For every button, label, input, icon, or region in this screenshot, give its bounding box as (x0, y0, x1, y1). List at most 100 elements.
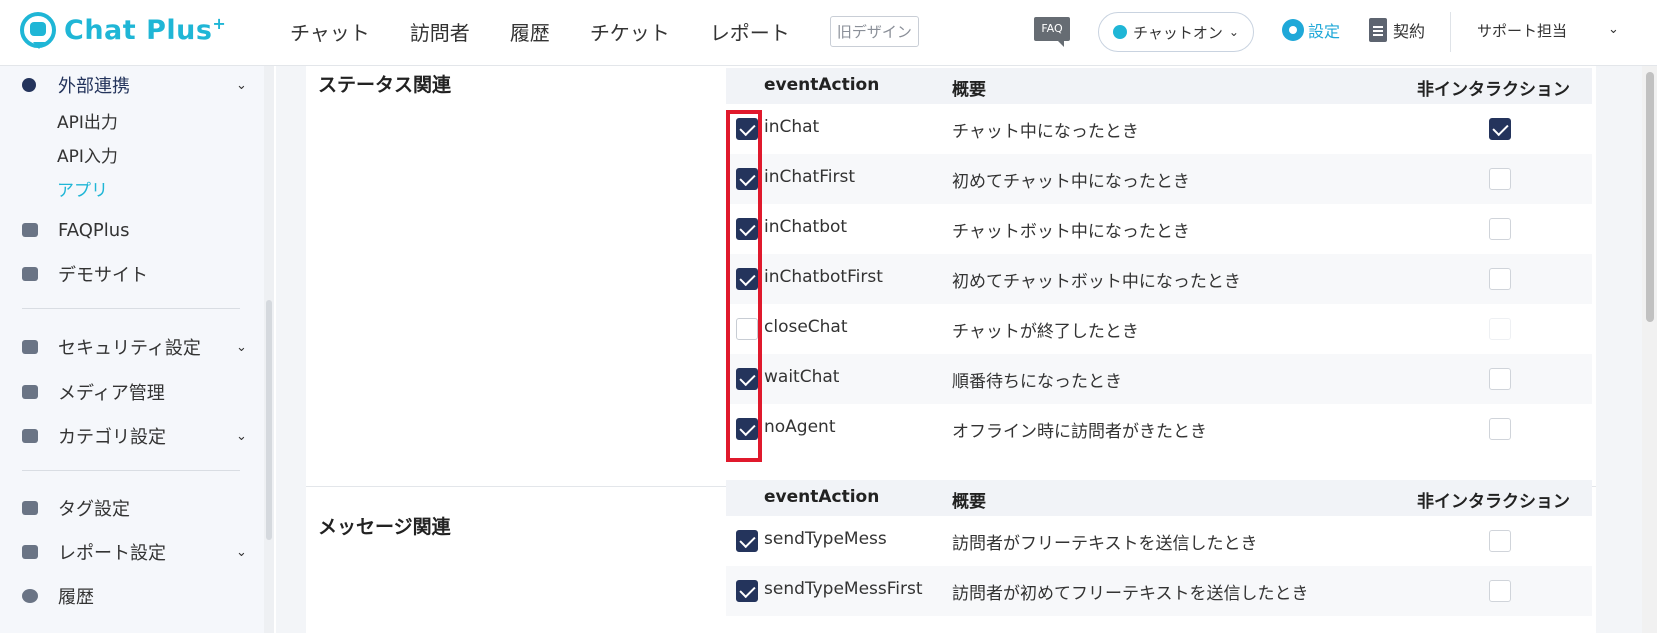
sidebar-item-label: カテゴリ設定 (58, 427, 166, 448)
event-summary: チャット中になったとき (952, 122, 1139, 142)
checkbox-highlight-frame (726, 110, 762, 462)
noninteraction-checkbox[interactable] (1489, 168, 1511, 190)
table-row: inChatFirst 初めてチャット中になったとき (726, 154, 1592, 204)
event-action-name: sendTypeMessFirst (764, 579, 923, 599)
sidebar-item-label: デモサイト (58, 265, 148, 286)
shield-icon (22, 223, 38, 237)
noninteraction-checkbox[interactable] (1489, 318, 1511, 340)
event-action-name: inChat (764, 117, 820, 137)
status-dot-icon (1113, 25, 1127, 39)
sidebar-item-external[interactable]: 外部連携 ⌄ (0, 70, 250, 100)
event-action-name: closeChat (764, 317, 848, 337)
table-row: inChat チャット中になったとき (726, 104, 1592, 154)
clock-icon (22, 589, 38, 603)
event-action-name: inChatbot (764, 217, 848, 237)
sidebar-item-label: メディア管理 (58, 383, 165, 404)
settings-link[interactable]: 設定 (1282, 18, 1340, 42)
document-icon (1369, 18, 1387, 42)
message-event-table: eventAction 概要 非インタラクション sendTypeMess 訪問者… (726, 480, 1592, 633)
section-title-message: メッセージ関連 (318, 516, 451, 538)
event-summary: チャットが終了したとき (952, 322, 1139, 342)
sidebar-subitem-api-input[interactable]: API入力 (57, 142, 118, 167)
chat-bubble-icon (20, 12, 56, 49)
noninteraction-checkbox[interactable] (1489, 268, 1511, 290)
settings-label: 設定 (1308, 22, 1341, 41)
event-summary: 順番待ちになったとき (952, 372, 1122, 392)
sidebar-item-history[interactable]: 履歴 (0, 581, 250, 611)
table-row: noAgent オフライン時に訪問者がきたとき (726, 404, 1592, 454)
monitor-icon (22, 267, 38, 281)
event-checkbox[interactable] (736, 580, 758, 602)
status-label: チャットオン (1133, 23, 1223, 42)
chat-status-dropdown[interactable]: チャットオン ⌄ (1098, 12, 1254, 52)
chevron-down-icon[interactable]: ⌄ (1608, 22, 1619, 37)
event-summary: 訪問者がフリーテキストを送信したとき (952, 534, 1258, 554)
header-divider (1450, 12, 1451, 52)
contract-label: 契約 (1393, 22, 1426, 41)
sidebar-item-label: 履歴 (58, 587, 94, 608)
sidebar-item-security[interactable]: セキュリティ設定 ⌄ (0, 332, 250, 362)
sidebar-item-media[interactable]: メディア管理 (0, 377, 250, 407)
event-action-name: inChatbotFirst (764, 267, 883, 287)
nav-history[interactable]: 履歴 (510, 17, 550, 46)
sidebar-item-label: タグ設定 (58, 499, 130, 520)
sidebar-scrollbar-thumb[interactable] (266, 300, 272, 540)
sidebar-item-faqplus[interactable]: FAQPlus (0, 215, 250, 245)
gear-icon (1282, 19, 1304, 41)
event-summary: チャットボット中になったとき (952, 222, 1190, 242)
top-header: Chat Plus+ チャット 訪問者 履歴 チケット レポート 旧デザイン F… (0, 0, 1657, 66)
noninteraction-checkbox[interactable] (1489, 530, 1511, 552)
nav-tickets[interactable]: チケット (590, 17, 670, 46)
noninteraction-checkbox[interactable] (1489, 118, 1511, 140)
sidebar-subitem-api-output[interactable]: API出力 (57, 108, 118, 133)
tag-icon (22, 501, 38, 515)
header-event-action: eventAction (764, 487, 880, 507)
chevron-down-icon: ⌄ (236, 544, 247, 560)
sidebar-item-demo-site[interactable]: デモサイト (0, 259, 250, 289)
table-row: sendTypeMess 訪問者がフリーテキストを送信したとき (726, 516, 1592, 566)
event-action-name: noAgent (764, 417, 836, 437)
header-summary: 概要 (952, 80, 986, 100)
faq-icon[interactable]: FAQ (1034, 17, 1070, 47)
sidebar-item-category[interactable]: カテゴリ設定 ⌄ (0, 421, 250, 451)
noninteraction-checkbox[interactable] (1489, 218, 1511, 240)
header-noninteraction: 非インタラクション (1417, 80, 1570, 100)
sidebar-item-report-settings[interactable]: レポート設定 ⌄ (0, 537, 250, 567)
nav-chat[interactable]: チャット (290, 17, 370, 46)
header-event-action: eventAction (764, 75, 880, 95)
sidebar-subitem-app[interactable]: アプリ (57, 176, 108, 201)
event-summary: 初めてチャットボット中になったとき (952, 272, 1241, 292)
sidebar-item-label: セキュリティ設定 (58, 338, 201, 359)
event-checkbox[interactable] (736, 530, 758, 552)
chevron-down-icon: ⌄ (1228, 25, 1239, 39)
brand-name: Chat Plus+ (64, 14, 227, 46)
sidebar-item-label: レポート設定 (58, 543, 166, 564)
chatplus-logo[interactable]: Chat Plus+ (20, 12, 227, 49)
noninteraction-checkbox[interactable] (1489, 418, 1511, 440)
old-design-button[interactable]: 旧デザイン (829, 15, 919, 47)
event-action-name: sendTypeMess (764, 529, 887, 549)
sidebar-divider (22, 308, 240, 309)
folder-icon (22, 429, 38, 443)
status-event-table: eventAction 概要 非インタラクション inChat チャット中になった… (726, 68, 1592, 468)
event-summary: 初めてチャット中になったとき (952, 172, 1190, 192)
sidebar: 外部連携 ⌄ API出力 API入力 アプリ FAQPlus デモサイト セキュ… (0, 66, 264, 633)
image-icon (22, 385, 38, 399)
main-scrollbar-thumb[interactable] (1646, 72, 1654, 322)
noninteraction-checkbox[interactable] (1489, 368, 1511, 390)
table-row: inChatbot チャットボット中になったとき (726, 204, 1592, 254)
lock-icon (22, 340, 38, 354)
sidebar-item-tags[interactable]: タグ設定 (0, 493, 250, 523)
sidebar-item-label: FAQPlus (58, 219, 130, 241)
main-content: ステータス関連 eventAction 概要 非インタラクション inChat チ… (276, 66, 1642, 633)
noninteraction-checkbox[interactable] (1489, 580, 1511, 602)
table-row: sendTypeMessFirst 訪問者が初めてフリーテキストを送信したとき (726, 566, 1592, 616)
user-menu[interactable]: サポート担当 (1477, 20, 1567, 41)
table-header: eventAction 概要 非インタラクション (726, 480, 1592, 516)
table-header: eventAction 概要 非インタラクション (726, 68, 1592, 104)
table-row: closeChat チャットが終了したとき (726, 304, 1592, 354)
sidebar-divider (22, 470, 240, 471)
nav-reports[interactable]: レポート (710, 17, 790, 46)
contract-link[interactable]: 契約 (1369, 18, 1425, 42)
nav-visitors[interactable]: 訪問者 (410, 17, 470, 46)
